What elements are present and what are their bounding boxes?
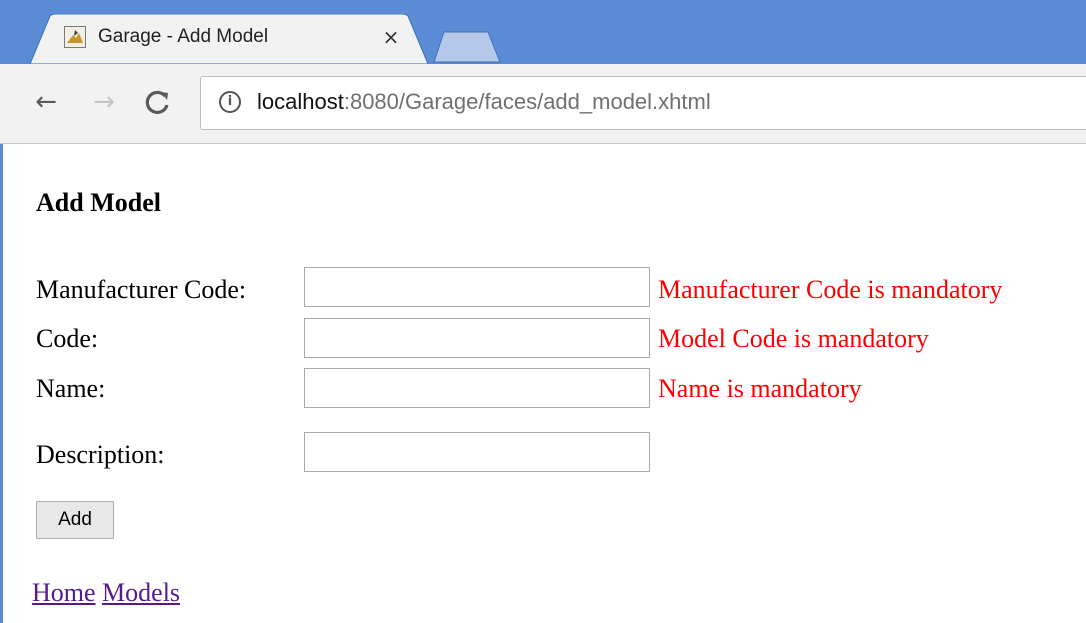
browser-tabstrip: Garage - Add Model × <box>0 0 1086 64</box>
code-error: Model Code is mandatory <box>658 324 929 353</box>
name-input[interactable] <box>304 368 650 408</box>
add-button[interactable]: Add <box>36 501 114 539</box>
footer-links: Home Models <box>32 578 180 608</box>
description-input[interactable] <box>304 432 650 472</box>
garage-favicon-icon <box>64 26 86 48</box>
name-error: Name is mandatory <box>658 374 862 403</box>
code-input[interactable] <box>304 318 650 358</box>
page-title: Add Model <box>36 188 161 217</box>
browser-tab-active[interactable]: Garage - Add Model × <box>30 14 428 64</box>
url-host: localhost <box>257 89 344 114</box>
url-text: localhost:8080/Garage/faces/add_model.xh… <box>257 89 711 115</box>
address-bar[interactable]: i localhost:8080/Garage/faces/add_model.… <box>200 76 1086 130</box>
manufacturer-code-input[interactable] <box>304 267 650 307</box>
models-link[interactable]: Models <box>102 578 180 607</box>
back-arrow-icon[interactable]: ← <box>28 84 64 120</box>
forward-arrow-icon[interactable]: → <box>86 84 122 120</box>
browser-toolbar: ← → i localhost:8080/Garage/faces/add_mo… <box>0 64 1086 144</box>
tab-title: Garage - Add Model <box>98 26 269 47</box>
code-label: Code: <box>36 324 99 353</box>
page-content: Add Model Manufacturer Code: Manufacture… <box>0 144 1086 623</box>
description-label: Description: <box>36 440 165 469</box>
reload-icon[interactable] <box>140 84 176 120</box>
home-link[interactable]: Home <box>32 578 96 607</box>
manufacturer-code-error: Manufacturer Code is mandatory <box>658 275 1003 304</box>
name-label: Name: <box>36 374 106 403</box>
url-path: :8080/Garage/faces/add_model.xhtml <box>343 89 711 114</box>
info-icon[interactable]: i <box>219 91 241 113</box>
new-tab-button[interactable] <box>430 30 504 64</box>
close-icon[interactable]: × <box>378 24 404 50</box>
manufacturer-code-label: Manufacturer Code: <box>36 275 247 304</box>
